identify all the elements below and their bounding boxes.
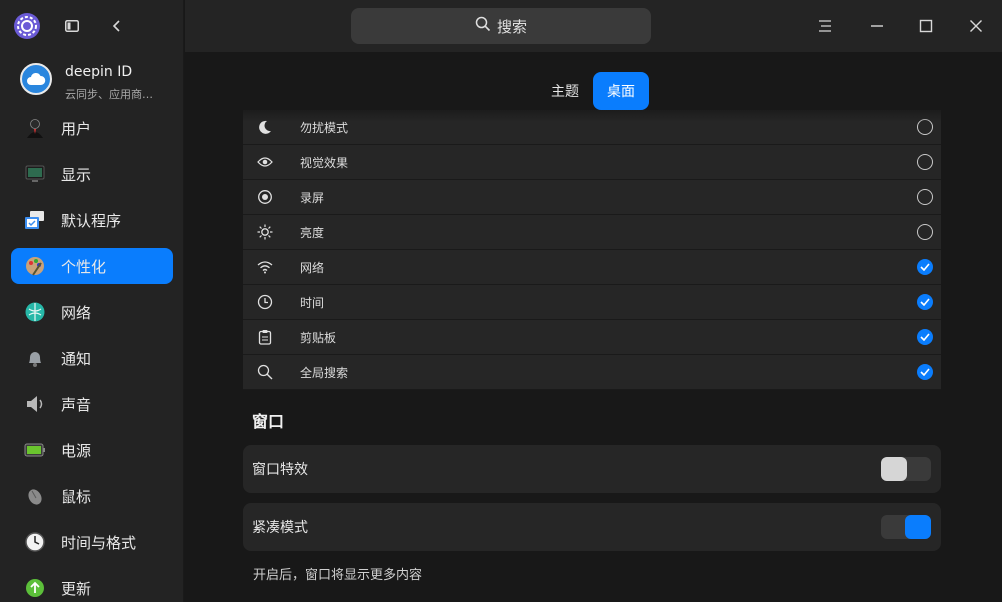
plugin-checkbox[interactable] — [917, 154, 933, 170]
sidebar-nav: 用户 显示 默认程序 个性化 网络 通知 声音 电源 鼠标 时间与格式 更新 — [11, 110, 173, 602]
menu-icon[interactable] — [813, 14, 837, 38]
mouse-icon — [23, 484, 47, 508]
clock-icon — [255, 292, 275, 312]
plugin-label: 时间 — [300, 295, 325, 310]
bell-icon — [23, 346, 47, 370]
search-icon — [255, 362, 275, 382]
search-icon — [475, 16, 491, 36]
sidebar-item-label: 用户 — [61, 119, 92, 138]
window-effects-row: 窗口特效 — [243, 445, 941, 493]
default-apps-icon — [23, 208, 47, 232]
record-icon — [255, 187, 275, 207]
sidebar: deepin ID 云同步、应用商… 用户 显示 默认程序 个性化 网络 通知 — [0, 0, 184, 602]
scroll-fade — [243, 110, 941, 122]
account-name: deepin ID — [65, 64, 133, 80]
maximize-icon[interactable] — [914, 14, 938, 38]
update-icon — [23, 576, 47, 600]
sidebar-item-default-apps[interactable]: 默认程序 — [11, 202, 173, 238]
sidebar-item-mouse[interactable]: 鼠标 — [11, 478, 173, 514]
sidebar-item-user[interactable]: 用户 — [11, 110, 173, 146]
toggle-knob — [905, 515, 931, 539]
window-effects-label: 窗口特效 — [252, 462, 308, 478]
close-icon[interactable] — [964, 14, 988, 38]
brightness-icon — [255, 222, 275, 242]
sidebar-item-label: 默认程序 — [61, 211, 122, 230]
main-content: 主题 桌面 勿扰模式 视觉效果 录屏 亮度 网络 时间 剪贴板 全局搜索 窗口 … — [185, 52, 1002, 602]
plugin-row-time[interactable]: 时间 — [243, 285, 941, 320]
sidebar-item-display[interactable]: 显示 — [11, 156, 173, 192]
plugin-label: 网络 — [300, 260, 325, 275]
plugin-checkbox[interactable] — [917, 294, 933, 310]
sidebar-item-label: 显示 — [61, 165, 92, 184]
sidebar-item-label: 更新 — [61, 579, 92, 598]
compact-mode-label: 紧凑模式 — [252, 520, 308, 536]
sidebar-item-sound[interactable]: 声音 — [11, 386, 173, 422]
plugin-label: 剪贴板 — [300, 330, 337, 345]
plugin-label: 亮度 — [300, 225, 325, 240]
control-center-logo-icon — [12, 11, 42, 41]
plugin-checkbox[interactable] — [917, 259, 933, 275]
plugin-checkbox[interactable] — [917, 364, 933, 380]
sidebar-item-label: 电源 — [61, 441, 92, 460]
compact-mode-hint: 开启后，窗口将显示更多内容 — [253, 568, 423, 583]
tab-desktop[interactable]: 桌面 — [593, 72, 649, 110]
sidebar-header — [0, 0, 184, 52]
plugin-row-brightness[interactable]: 亮度 — [243, 215, 941, 250]
plugin-row-global-search[interactable]: 全局搜索 — [243, 355, 941, 390]
compact-mode-toggle[interactable] — [881, 515, 931, 539]
plugin-row-screen-record[interactable]: 录屏 — [243, 180, 941, 215]
sidebar-item-label: 网络 — [61, 303, 92, 322]
personalization-tabs: 主题 桌面 — [537, 72, 649, 110]
plugin-row-network[interactable]: 网络 — [243, 250, 941, 285]
cloud-icon — [20, 63, 52, 95]
minimize-icon[interactable] — [865, 14, 889, 38]
sidebar-item-personalization[interactable]: 个性化 — [11, 248, 173, 284]
sidebar-toggle-icon[interactable] — [62, 16, 82, 36]
speaker-icon — [23, 392, 47, 416]
wifi-icon — [255, 257, 275, 277]
plugin-checkbox[interactable] — [917, 329, 933, 345]
compact-mode-row: 紧凑模式 — [243, 503, 941, 551]
tab-theme[interactable]: 主题 — [537, 72, 593, 110]
sidebar-item-datetime[interactable]: 时间与格式 — [11, 524, 173, 560]
personalization-icon — [23, 254, 47, 278]
plugin-row-visual-effects[interactable]: 视觉效果 — [243, 145, 941, 180]
plugin-label: 全局搜索 — [300, 365, 349, 380]
sidebar-item-network[interactable]: 网络 — [11, 294, 173, 330]
deepin-id-account[interactable]: deepin ID 云同步、应用商… — [0, 54, 184, 106]
sidebar-item-notification[interactable]: 通知 — [11, 340, 173, 376]
toggle-knob — [881, 457, 907, 481]
sidebar-item-label: 鼠标 — [61, 487, 92, 506]
plugin-row-clipboard[interactable]: 剪贴板 — [243, 320, 941, 355]
dock-plugin-list: 勿扰模式 视觉效果 录屏 亮度 网络 时间 剪贴板 全局搜索 — [243, 110, 941, 390]
sidebar-item-update[interactable]: 更新 — [11, 570, 173, 602]
window-effects-toggle[interactable] — [881, 457, 931, 481]
sidebar-item-label: 时间与格式 — [61, 533, 137, 552]
clock-icon — [23, 530, 47, 554]
search-placeholder: 搜索 — [496, 17, 527, 36]
titlebar: 搜索 — [185, 0, 1002, 52]
battery-icon — [23, 438, 47, 462]
back-icon[interactable] — [107, 16, 127, 36]
sidebar-item-power[interactable]: 电源 — [11, 432, 173, 468]
section-title-window: 窗口 — [252, 412, 285, 431]
eye-icon — [255, 152, 275, 172]
sidebar-item-label: 通知 — [61, 349, 92, 368]
sidebar-item-label: 个性化 — [61, 257, 107, 276]
plugin-checkbox[interactable] — [917, 189, 933, 205]
network-icon — [23, 300, 47, 324]
account-subtitle: 云同步、应用商… — [65, 88, 153, 101]
plugin-label: 录屏 — [300, 190, 325, 205]
sidebar-item-label: 声音 — [61, 395, 92, 414]
plugin-checkbox[interactable] — [917, 224, 933, 240]
plugin-label: 视觉效果 — [300, 155, 349, 170]
display-icon — [23, 162, 47, 186]
user-icon — [23, 116, 47, 140]
search-box[interactable]: 搜索 — [351, 8, 651, 44]
clipboard-icon — [255, 327, 275, 347]
